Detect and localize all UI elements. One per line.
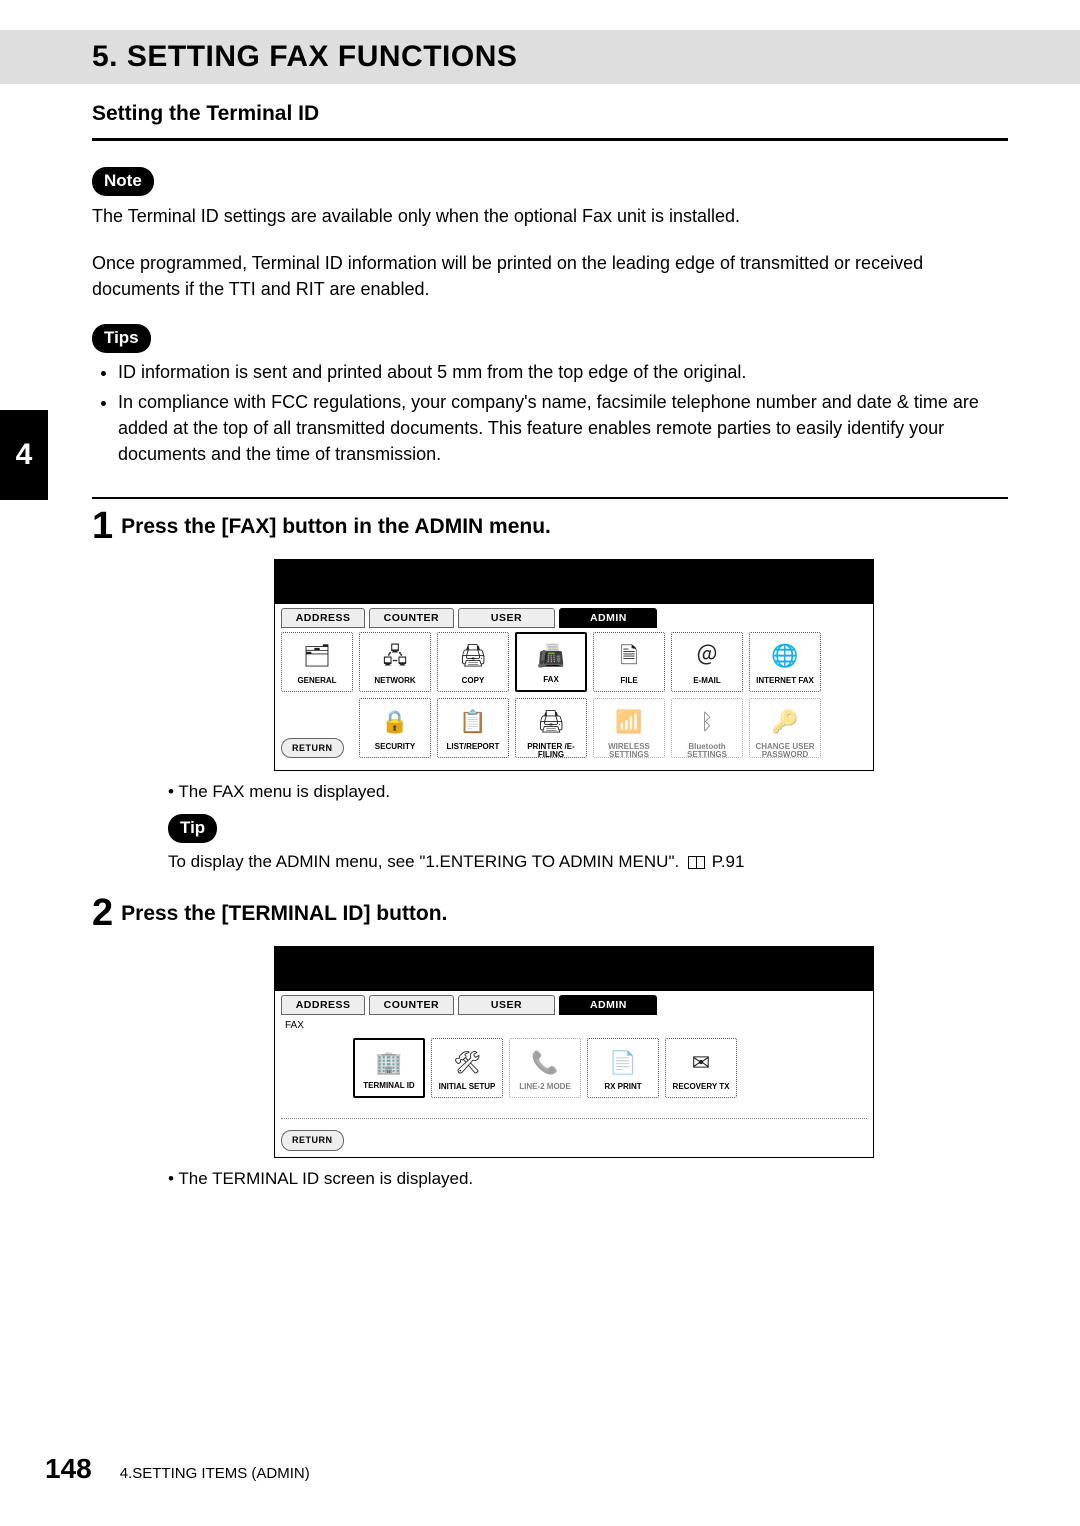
admin-btn-ifax[interactable]: 🌐 INTERNET FAX [749, 632, 821, 692]
internet-fax-icon: 🌐 [771, 635, 798, 677]
fax-btn-initial-setup[interactable]: 🛠 INITIAL SETUP [431, 1038, 503, 1098]
fax-btn-rx-print[interactable]: 📄 RX PRINT [587, 1038, 659, 1098]
fax-menu-screen: ADDRESS COUNTER USER ADMIN FAX 🏢 TERMINA… [274, 946, 874, 1158]
step2-result-text: The TERMINAL ID screen is displayed. [168, 1168, 1008, 1191]
return-button[interactable]: RETURN [281, 738, 344, 758]
file-icon: 🗎 [620, 635, 638, 677]
admin-btn-bluetooth[interactable]: ᛒ Bluetooth SETTINGS [671, 698, 743, 758]
admin-btn-copy[interactable]: 🖨 COPY [437, 632, 509, 692]
page-ref: P.91 [712, 852, 745, 871]
admin-btn-wireless[interactable]: 📶 WIRELESS SETTINGS [593, 698, 665, 758]
tip-pill: Tip [168, 814, 217, 843]
tips-item: ID information is sent and printed about… [118, 359, 1008, 385]
step-title: Press the [TERMINAL ID] button. [121, 900, 447, 928]
wireless-icon: 📶 [615, 701, 642, 743]
step-number: 2 [92, 894, 113, 932]
tab-user[interactable]: USER [458, 608, 556, 628]
admin-btn-network[interactable]: 🖧 NETWORK [359, 632, 431, 692]
admin-btn-security[interactable]: 🔒 SECURITY [359, 698, 431, 758]
tab-counter[interactable]: COUNTER [369, 995, 453, 1015]
section-heading: Setting the Terminal ID [92, 100, 1008, 128]
admin-btn-file[interactable]: 🗎 FILE [593, 632, 665, 692]
footer-chapter: 4.SETTING ITEMS (ADMIN) [120, 1464, 310, 1484]
rx-print-icon: 📄 [609, 1041, 636, 1083]
admin-btn-general[interactable]: 🗂 GENERAL [281, 632, 353, 692]
line2-icon: 📞 [531, 1041, 558, 1083]
step-rule [92, 497, 1008, 499]
admin-btn-list-report[interactable]: 📋 LIST/REPORT [437, 698, 509, 758]
step-number: 1 [92, 507, 113, 545]
title-band: 5. SETTING FAX FUNCTIONS [0, 30, 1080, 84]
fax-icon: 📠 [537, 636, 564, 676]
tips-item: In compliance with FCC regulations, your… [118, 389, 1008, 467]
page-number: 148 [45, 1450, 92, 1488]
security-icon: 🔒 [381, 701, 408, 743]
setup-icon: 🛠 [453, 1041, 481, 1083]
tab-address[interactable]: ADDRESS [281, 608, 365, 628]
general-icon: 🗂 [303, 635, 331, 677]
bluetooth-icon: ᛒ [700, 701, 713, 743]
admin-btn-printer-efiling[interactable]: 🖨 PRINTER /E-FILING [515, 698, 587, 758]
book-icon [688, 856, 705, 869]
step-title: Press the [FAX] button in the ADMIN menu… [121, 513, 551, 541]
tab-counter[interactable]: COUNTER [369, 608, 453, 628]
page-footer: 148 4.SETTING ITEMS (ADMIN) [0, 1450, 310, 1488]
network-icon: 🖧 [383, 635, 408, 677]
printer-icon: 🖨 [537, 701, 565, 743]
terminal-id-icon: 🏢 [375, 1042, 402, 1082]
admin-btn-change-password[interactable]: 🔑 CHANGE USER PASSWORD [749, 698, 821, 758]
report-icon: 📋 [459, 701, 486, 743]
email-icon: ＠ [696, 635, 718, 677]
fax-btn-line2-mode[interactable]: 📞 LINE-2 MODE [509, 1038, 581, 1098]
step1-result-text: The FAX menu is displayed. [168, 781, 1008, 804]
fax-btn-terminal-id[interactable]: 🏢 TERMINAL ID [353, 1038, 425, 1098]
tips-pill: Tips [92, 324, 151, 353]
copy-icon: 🖨 [459, 635, 487, 677]
tab-admin[interactable]: ADMIN [559, 608, 657, 628]
tab-user[interactable]: USER [458, 995, 556, 1015]
admin-btn-fax[interactable]: 📠 FAX [515, 632, 587, 692]
chapter-tab: 4 [0, 410, 48, 500]
section-rule [92, 138, 1008, 141]
tab-admin[interactable]: ADMIN [559, 995, 657, 1015]
breadcrumb: FAX [285, 1019, 867, 1033]
password-icon: 🔑 [771, 701, 798, 743]
note-text: The Terminal ID settings are available o… [92, 204, 1008, 229]
tab-address[interactable]: ADDRESS [281, 995, 365, 1015]
page-title: 5. SETTING FAX FUNCTIONS [92, 37, 517, 78]
admin-btn-email[interactable]: ＠ E-MAIL [671, 632, 743, 692]
fax-btn-recovery-tx[interactable]: ✉ RECOVERY TX [665, 1038, 737, 1098]
tips-list: ID information is sent and printed about… [92, 359, 1008, 467]
intro-paragraph: Once programmed, Terminal ID information… [92, 251, 1008, 301]
recovery-icon: ✉ [692, 1041, 710, 1083]
return-button[interactable]: RETURN [281, 1130, 344, 1150]
admin-menu-screen: ADDRESS COUNTER USER ADMIN 🗂 GENERAL [274, 559, 874, 771]
tip-text: To display the ADMIN menu, see "1.ENTERI… [168, 852, 679, 871]
note-pill: Note [92, 167, 154, 196]
